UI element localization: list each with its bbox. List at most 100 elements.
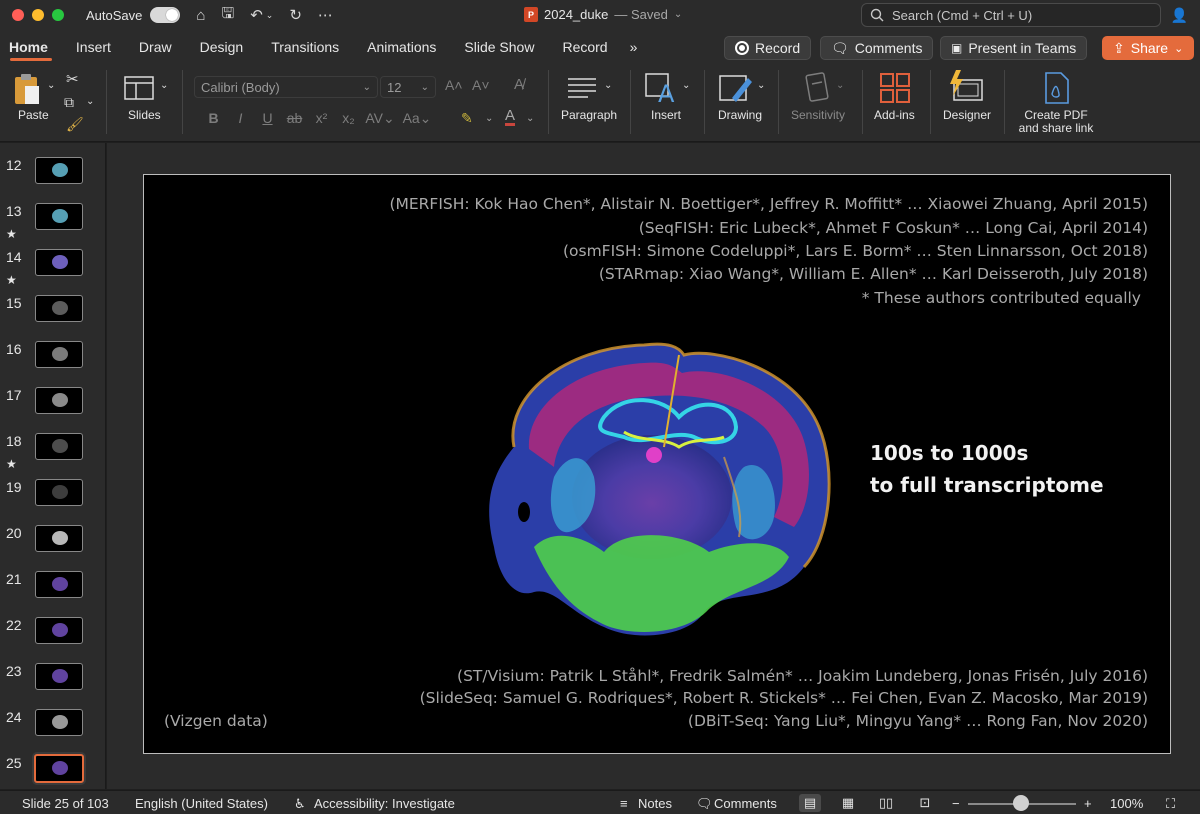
normal-view-button[interactable]: ▤ — [799, 794, 821, 812]
save-icon[interactable]: 🖫 — [221, 3, 234, 28]
tab-animations[interactable]: Animations — [353, 30, 450, 64]
zoom-out-button[interactable]: − — [952, 796, 960, 811]
slide-thumbnail[interactable]: 22 — [0, 617, 105, 657]
tab-home[interactable]: Home — [0, 30, 62, 64]
highlight-icon[interactable]: ✎ — [461, 110, 473, 127]
comment-icon[interactable]: 🗨 — [696, 796, 713, 812]
tab-slide-show[interactable]: Slide Show — [450, 30, 548, 64]
cut-icon[interactable]: ✂ — [66, 70, 79, 88]
accessibility-status[interactable]: Accessibility: Investigate — [314, 796, 455, 811]
present-in-teams-button[interactable]: ▣ Present in Teams — [940, 36, 1088, 60]
slide-thumbnail[interactable]: 23 — [0, 663, 105, 703]
slide-counter: Slide 25 of 103 — [22, 796, 109, 811]
accessibility-icon[interactable]: ♿︎ — [294, 796, 306, 812]
tab-record[interactable]: Record — [548, 30, 621, 64]
create-pdf-label-2[interactable]: and share link — [1016, 122, 1096, 135]
designer-icon[interactable] — [948, 70, 984, 104]
slide-layout-icon[interactable] — [124, 76, 154, 100]
home-icon[interactable]: ⌂ — [196, 7, 205, 24]
tab-insert[interactable]: Insert — [62, 30, 125, 64]
grow-font-icon[interactable]: A˄ — [445, 77, 463, 93]
underline-icon[interactable]: U — [254, 110, 281, 127]
copy-icon[interactable]: ⧉ — [64, 94, 74, 111]
superscript-icon[interactable]: x² — [308, 110, 335, 127]
chevron-down-icon[interactable]: ⌄ — [836, 80, 844, 91]
drawing-shapes-icon[interactable] — [718, 70, 754, 104]
zoom-window-button[interactable] — [52, 9, 64, 21]
designer-label[interactable]: Designer — [943, 109, 991, 122]
search-input[interactable]: Search (Cmd + Ctrl + U) — [861, 3, 1161, 27]
add-ins-icon[interactable] — [879, 72, 911, 104]
slide-sorter-view-button[interactable]: ▦ — [837, 794, 859, 812]
zoom-in-button[interactable]: + — [1084, 796, 1092, 811]
chevron-down-icon[interactable]: ⌄ — [682, 80, 690, 91]
redo-icon[interactable]: ↻ — [289, 6, 302, 24]
tab-design[interactable]: Design — [186, 30, 258, 64]
share-button[interactable]: ⇪ Share ⌄ — [1102, 36, 1195, 60]
slide-thumbnail[interactable]: 17 — [0, 387, 105, 427]
minimize-window-button[interactable] — [32, 9, 44, 21]
notes-icon[interactable]: ≡ — [620, 796, 628, 811]
tab-transitions[interactable]: Transitions — [257, 30, 353, 64]
chevron-down-icon[interactable]: ⌄ — [757, 80, 765, 91]
fit-to-window-icon[interactable]: ⛶ — [1166, 796, 1175, 812]
slide-thumbnail[interactable]: 15 ★ — [0, 273, 105, 335]
format-painter-icon[interactable]: 🖌 — [66, 116, 84, 133]
chevron-down-icon[interactable]: ⌄ — [485, 113, 493, 124]
character-spacing-icon[interactable]: AV⌄ — [362, 110, 398, 127]
thumbnail-scrollbar[interactable] — [99, 143, 105, 789]
italic-icon[interactable]: I — [227, 110, 254, 127]
zoom-slider-handle[interactable] — [1013, 795, 1029, 811]
slide-thumbnail[interactable]: 21 — [0, 571, 105, 611]
chevron-down-icon[interactable]: ⌄ — [86, 96, 94, 107]
insert-label[interactable]: Insert — [651, 109, 681, 122]
chevron-down-icon[interactable]: ⌄ — [47, 80, 55, 91]
clipboard-icon[interactable] — [12, 72, 42, 106]
slide-thumbnail[interactable]: 19 ★ — [0, 457, 105, 519]
current-slide[interactable]: (MERFISH: Kok Hao Chen*, Alistair N. Boe… — [143, 174, 1171, 754]
strikethrough-icon[interactable]: ab — [281, 110, 308, 127]
paragraph-icon[interactable] — [566, 76, 598, 98]
shrink-font-icon[interactable]: A˅ — [472, 77, 490, 93]
language-indicator[interactable]: English (United States) — [135, 796, 268, 811]
chevron-down-icon[interactable]: ⌄ — [526, 113, 534, 124]
comments-pane-button[interactable]: Comments — [714, 796, 777, 811]
subscript-icon[interactable]: x₂ — [335, 110, 362, 127]
notes-button[interactable]: Notes — [638, 796, 672, 811]
chevron-down-icon[interactable]: ⌄ — [160, 80, 168, 91]
create-pdf-icon[interactable] — [1043, 72, 1071, 104]
bold-icon[interactable]: B — [200, 110, 227, 127]
record-button[interactable]: Record — [724, 36, 812, 60]
paste-label[interactable]: Paste — [18, 109, 49, 122]
slides-label[interactable]: Slides — [128, 109, 161, 122]
document-title[interactable]: P 2024_duke — Saved ⌄ — [524, 7, 682, 22]
slide-thumbnail[interactable]: 12 — [0, 157, 105, 197]
more-icon[interactable]: ⋯ — [318, 6, 333, 24]
font-color-icon[interactable]: A — [505, 108, 516, 126]
close-window-button[interactable] — [12, 9, 24, 21]
sensitivity-icon[interactable] — [802, 72, 832, 102]
tab-draw[interactable]: Draw — [125, 30, 186, 64]
undo-icon[interactable]: ↶ ⌄ — [250, 6, 273, 24]
autosave-toggle[interactable] — [150, 7, 181, 23]
slide-thumbnail[interactable]: 25 — [0, 754, 105, 789]
more-tabs-button[interactable]: » — [622, 39, 646, 55]
zoom-level[interactable]: 100% — [1110, 796, 1143, 811]
drawing-label[interactable]: Drawing — [718, 109, 762, 122]
add-ins-label[interactable]: Add-ins — [874, 109, 915, 122]
clear-formatting-icon[interactable]: A̸ — [514, 76, 524, 93]
font-size-select[interactable]: 12 ⌄ — [380, 76, 436, 98]
slide-show-view-button[interactable]: ⊡ — [914, 794, 936, 812]
change-case-icon[interactable]: Aa⌄ — [398, 110, 436, 127]
slide-thumbnail[interactable]: 24 — [0, 709, 105, 749]
reading-view-button[interactable]: ▯▯ — [875, 794, 897, 812]
insert-textbox-icon[interactable]: A — [644, 70, 678, 104]
font-name-select[interactable]: Calibri (Body) ⌄ — [194, 76, 378, 98]
account-icon[interactable]: 👤 — [1171, 7, 1188, 24]
sensitivity-label[interactable]: Sensitivity — [791, 109, 845, 122]
slide-thumbnail[interactable]: 16 — [0, 341, 105, 381]
paragraph-label[interactable]: Paragraph — [561, 109, 617, 122]
slide-thumbnail[interactable]: 20 — [0, 525, 105, 565]
comments-button[interactable]: 🗨 Comments — [820, 36, 934, 60]
chevron-down-icon[interactable]: ⌄ — [604, 80, 612, 91]
